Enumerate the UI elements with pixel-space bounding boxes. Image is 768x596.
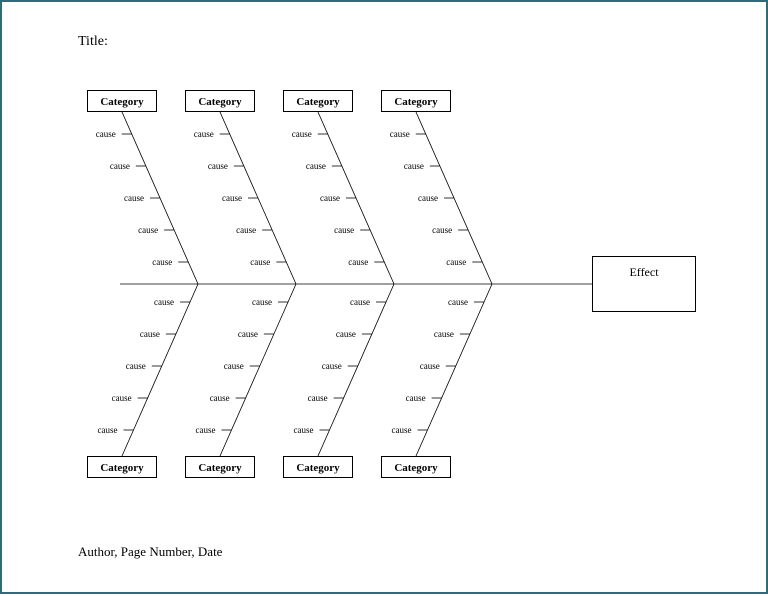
cause-label: cause	[224, 361, 244, 371]
category-label: Category	[394, 96, 437, 108]
cause-label: cause	[250, 257, 270, 267]
cause-label: cause	[252, 297, 272, 307]
cause-label: cause	[420, 361, 440, 371]
cause-label: cause	[194, 129, 214, 139]
category-label: Category	[198, 462, 241, 474]
cause-label: cause	[432, 225, 452, 235]
cause-label: cause	[418, 193, 438, 203]
cause-label: cause	[336, 329, 356, 339]
effect-label: Effect	[629, 265, 658, 279]
category-label: Category	[296, 96, 339, 108]
cause-label: cause	[406, 393, 426, 403]
cause-label: cause	[334, 225, 354, 235]
fishbone-diagram-page: Title: CategoryCategoryCategoryCategory …	[0, 0, 768, 594]
category-label: Category	[296, 462, 339, 474]
cause-label: cause	[140, 329, 160, 339]
cause-label: cause	[322, 361, 342, 371]
cause-label: cause	[238, 329, 258, 339]
cause-label: cause	[222, 193, 242, 203]
cause-label: cause	[124, 193, 144, 203]
category-box-top: Category	[185, 90, 255, 112]
category-box-top: Category	[381, 90, 451, 112]
cause-label: cause	[210, 393, 230, 403]
cause-label: cause	[96, 129, 116, 139]
cause-label: cause	[348, 257, 368, 267]
cause-label: cause	[138, 225, 158, 235]
cause-label: cause	[306, 161, 326, 171]
cause-label: cause	[320, 193, 340, 203]
category-box-bottom: Category	[87, 456, 157, 478]
category-box-top: Category	[87, 90, 157, 112]
cause-label: cause	[308, 393, 328, 403]
cause-label: cause	[154, 297, 174, 307]
cause-label: cause	[390, 129, 410, 139]
cause-label: cause	[350, 297, 370, 307]
cause-label: cause	[110, 161, 130, 171]
category-box-bottom: Category	[185, 456, 255, 478]
cause-label: cause	[434, 329, 454, 339]
effect-box: Effect	[592, 256, 696, 312]
category-box-bottom: Category	[381, 456, 451, 478]
category-label: Category	[394, 462, 437, 474]
category-box-bottom: Category	[283, 456, 353, 478]
diagram-footer: Author, Page Number, Date	[78, 544, 222, 560]
cause-label: cause	[292, 129, 312, 139]
cause-label: cause	[448, 297, 468, 307]
cause-label: cause	[152, 257, 172, 267]
cause-label: cause	[293, 425, 313, 435]
cause-label: cause	[195, 425, 215, 435]
cause-label: cause	[404, 161, 424, 171]
cause-label: cause	[391, 425, 411, 435]
category-label: Category	[100, 96, 143, 108]
cause-label: cause	[126, 361, 146, 371]
category-label: Category	[198, 96, 241, 108]
cause-label: cause	[112, 393, 132, 403]
cause-label: cause	[446, 257, 466, 267]
diagram-title-label: Title:	[78, 34, 108, 50]
cause-label: cause	[236, 225, 256, 235]
category-box-top: Category	[283, 90, 353, 112]
category-label: Category	[100, 462, 143, 474]
cause-label: cause	[97, 425, 117, 435]
cause-label: cause	[208, 161, 228, 171]
